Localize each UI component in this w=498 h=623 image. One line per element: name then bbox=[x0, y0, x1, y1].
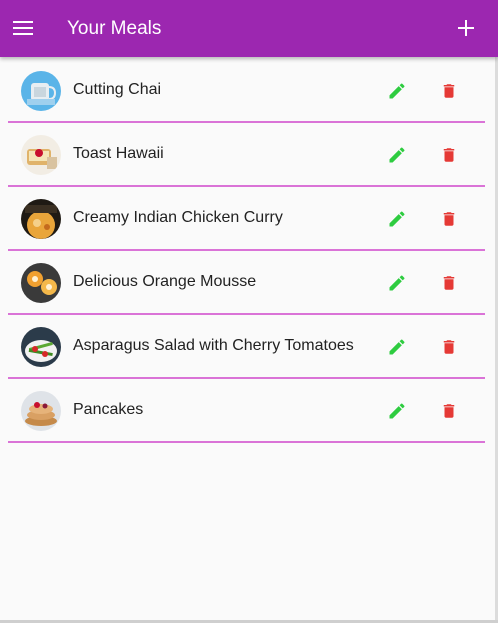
meal-avatar bbox=[21, 327, 61, 367]
meal-name: Cutting Chai bbox=[73, 81, 162, 98]
delete-button[interactable] bbox=[437, 271, 461, 295]
delete-button[interactable] bbox=[437, 207, 461, 231]
meal-avatar bbox=[21, 263, 61, 303]
meal-avatar bbox=[21, 135, 61, 175]
list-item: Cutting Chai bbox=[8, 59, 485, 123]
list-item: Delicious Orange Mousse bbox=[8, 251, 485, 315]
edit-button[interactable] bbox=[385, 271, 409, 295]
edit-button[interactable] bbox=[385, 207, 409, 231]
trash-icon bbox=[443, 148, 455, 162]
pencil-icon bbox=[389, 275, 405, 291]
edit-button[interactable] bbox=[385, 335, 409, 359]
add-icon bbox=[458, 20, 474, 36]
list-item: Pancakes bbox=[8, 379, 485, 443]
trash-icon bbox=[443, 84, 455, 98]
edit-button[interactable] bbox=[385, 143, 409, 167]
list-item: Creamy Indian Chicken Curry bbox=[8, 187, 485, 251]
page-title: Your Meals bbox=[67, 18, 162, 39]
meal-name: Asparagus Salad with Cherry Tomatoes bbox=[73, 337, 354, 354]
meal-avatar bbox=[21, 199, 61, 239]
trash-icon bbox=[443, 340, 455, 354]
delete-button[interactable] bbox=[437, 399, 461, 423]
pencil-icon bbox=[389, 83, 405, 99]
meal-name: Delicious Orange Mousse bbox=[73, 273, 257, 290]
pencil-icon bbox=[389, 147, 405, 163]
app-bar: Your Meals bbox=[0, 0, 498, 57]
meal-name: Creamy Indian Chicken Curry bbox=[73, 209, 283, 226]
trash-icon bbox=[443, 276, 455, 290]
delete-button[interactable] bbox=[437, 143, 461, 167]
menu-icon bbox=[13, 21, 33, 35]
trash-icon bbox=[443, 404, 455, 418]
meal-avatar bbox=[21, 71, 61, 111]
edit-button[interactable] bbox=[385, 399, 409, 423]
meal-name: Toast Hawaii bbox=[73, 145, 164, 162]
trash-icon bbox=[443, 212, 455, 226]
list-item: Asparagus Salad with Cherry Tomatoes bbox=[8, 315, 485, 379]
pencil-icon bbox=[389, 339, 405, 355]
pencil-icon bbox=[389, 211, 405, 227]
delete-button[interactable] bbox=[437, 335, 461, 359]
meal-name: Pancakes bbox=[73, 401, 144, 418]
menu-button[interactable] bbox=[8, 13, 38, 43]
list-item: Toast Hawaii bbox=[8, 123, 485, 187]
pencil-icon bbox=[389, 403, 405, 419]
add-meal-button[interactable] bbox=[452, 14, 480, 42]
edit-button[interactable] bbox=[385, 79, 409, 103]
delete-button[interactable] bbox=[437, 79, 461, 103]
meal-avatar bbox=[21, 391, 61, 431]
meal-list: Cutting Chai Toast Hawaii Creamy Indian … bbox=[8, 59, 485, 443]
